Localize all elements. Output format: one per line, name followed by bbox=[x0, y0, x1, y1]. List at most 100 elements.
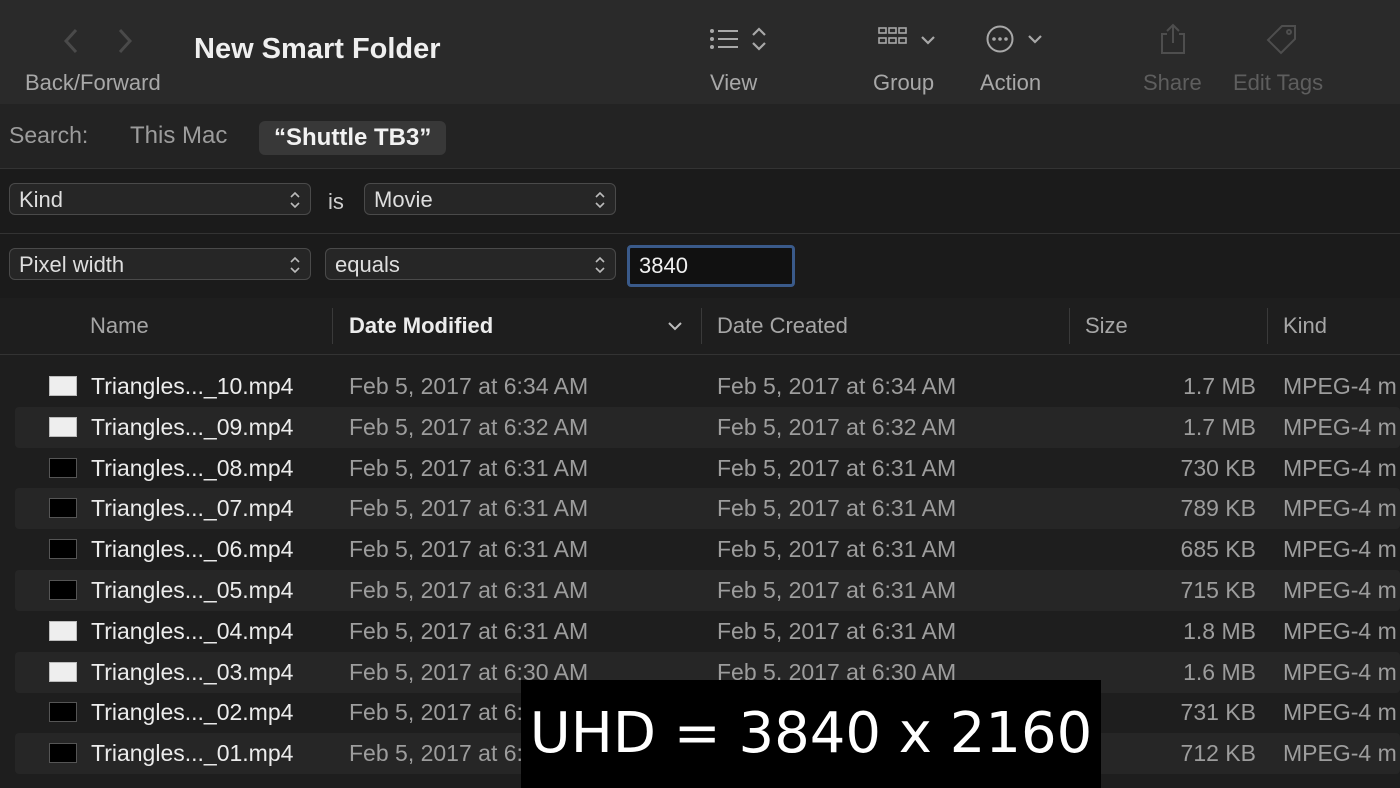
file-row[interactable]: Triangles..._08.mp4 Feb 5, 2017 at 6:31 A… bbox=[15, 448, 1400, 489]
view-list-icon[interactable] bbox=[708, 26, 770, 56]
file-name: Triangles..._05.mp4 bbox=[91, 577, 294, 603]
file-size: 1.6 MB bbox=[1183, 658, 1256, 685]
file-date-modified: Feb 5, 2017 at 6:32 AM bbox=[349, 413, 589, 440]
criteria-row-kind: Kind is Movie bbox=[0, 169, 1400, 234]
scope-current-folder[interactable]: “Shuttle TB3” bbox=[259, 121, 447, 155]
criteria-operator-popup[interactable]: equals bbox=[325, 248, 616, 280]
file-row[interactable]: Triangles..._05.mp4 Feb 5, 2017 at 6:31 A… bbox=[15, 570, 1400, 611]
criteria-is-label: is bbox=[328, 189, 344, 214]
back-forward-label: Back/Forward bbox=[25, 70, 161, 95]
column-divider[interactable] bbox=[701, 308, 702, 344]
column-divider[interactable] bbox=[332, 308, 333, 344]
file-date-created: Feb 5, 2017 at 6:31 AM bbox=[717, 454, 957, 481]
file-name: Triangles..._07.mp4 bbox=[91, 495, 294, 522]
file-kind: MPEG-4 m bbox=[1283, 577, 1397, 603]
forward-chevron-icon[interactable] bbox=[114, 24, 138, 58]
file-date-created: Feb 5, 2017 at 6:31 AM bbox=[717, 577, 957, 603]
file-kind: MPEG-4 m bbox=[1283, 699, 1397, 726]
file-date-created: Feb 5, 2017 at 6:34 AM bbox=[717, 373, 957, 399]
file-size: 685 KB bbox=[1180, 536, 1256, 563]
criteria-value-text: Movie bbox=[374, 187, 433, 212]
sort-descending-chevron-icon[interactable] bbox=[667, 320, 683, 332]
column-date-created[interactable]: Date Created bbox=[717, 298, 848, 354]
column-kind[interactable]: Kind bbox=[1283, 298, 1327, 354]
file-kind: MPEG-4 m bbox=[1283, 536, 1397, 563]
share-icon[interactable] bbox=[1158, 22, 1188, 56]
criteria-attribute-value: Kind bbox=[19, 187, 64, 212]
video-thumbnail-icon bbox=[49, 539, 77, 560]
search-label: Search: bbox=[9, 122, 89, 148]
scope-this-mac[interactable]: This Mac bbox=[130, 122, 227, 150]
file-date-created: Feb 5, 2017 at 6:31 AM bbox=[717, 617, 957, 644]
action-ellipsis-icon[interactable] bbox=[985, 24, 1047, 56]
file-name: Triangles..._09.mp4 bbox=[91, 413, 294, 440]
criteria-attribute-popup[interactable]: Pixel width bbox=[9, 248, 311, 280]
video-thumbnail-icon bbox=[49, 580, 77, 600]
group-grid-icon[interactable] bbox=[877, 26, 939, 56]
criteria-operator-value: equals bbox=[335, 252, 400, 277]
column-date-modified[interactable]: Date Modified bbox=[349, 298, 493, 354]
file-row[interactable]: Triangles..._07.mp4 Feb 5, 2017 at 6:31 A… bbox=[15, 488, 1400, 530]
video-thumbnail-icon bbox=[49, 457, 77, 478]
video-thumbnail-icon bbox=[49, 620, 77, 641]
video-thumbnail-icon bbox=[49, 416, 77, 437]
updown-chevron-icon bbox=[290, 191, 300, 209]
criteria-attribute-popup[interactable]: Kind bbox=[9, 183, 311, 215]
file-kind: MPEG-4 m bbox=[1283, 617, 1397, 644]
file-name: Triangles..._10.mp4 bbox=[91, 373, 294, 399]
file-size: 712 KB bbox=[1180, 740, 1256, 767]
back-chevron-icon[interactable] bbox=[58, 24, 82, 58]
file-date-modified: Feb 5, 2017 at 6:34 AM bbox=[349, 373, 589, 399]
criteria-row-pixel-width: Pixel width equals bbox=[0, 234, 1400, 299]
file-kind: MPEG-4 m bbox=[1283, 454, 1397, 481]
file-size: 789 KB bbox=[1180, 495, 1256, 522]
pixel-width-input[interactable] bbox=[627, 245, 795, 287]
file-date-modified: Feb 5, 2017 at 6:31 AM bbox=[349, 617, 589, 644]
column-name[interactable]: Name bbox=[90, 298, 149, 354]
back-forward-control bbox=[58, 24, 148, 58]
file-date-modified: Feb 5, 2017 at 6:31 AM bbox=[349, 536, 589, 563]
file-name: Triangles..._01.mp4 bbox=[91, 740, 294, 767]
file-size: 1.8 MB bbox=[1183, 617, 1256, 644]
tag-icon[interactable] bbox=[1264, 22, 1300, 56]
file-date-created: Feb 5, 2017 at 6:31 AM bbox=[717, 495, 957, 522]
file-name: Triangles..._03.mp4 bbox=[91, 658, 294, 685]
updown-chevron-icon bbox=[595, 191, 605, 209]
window-title: New Smart Folder bbox=[194, 33, 441, 65]
file-kind: MPEG-4 m bbox=[1283, 658, 1397, 685]
file-name: Triangles..._08.mp4 bbox=[91, 454, 294, 481]
file-size: 715 KB bbox=[1180, 577, 1256, 603]
file-row[interactable]: Triangles..._04.mp4 Feb 5, 2017 at 6:31 A… bbox=[15, 611, 1400, 652]
column-header: Name Date Modified Date Created Size Kin… bbox=[0, 298, 1400, 355]
file-name: Triangles..._04.mp4 bbox=[91, 617, 294, 644]
video-thumbnail-icon bbox=[49, 743, 77, 764]
file-kind: MPEG-4 m bbox=[1283, 740, 1397, 767]
file-date-created: Feb 5, 2017 at 6:32 AM bbox=[717, 413, 957, 440]
group-label: Group bbox=[873, 70, 935, 95]
criteria-attribute-value: Pixel width bbox=[19, 252, 125, 277]
video-thumbnail-icon bbox=[49, 661, 77, 682]
criteria-value-popup[interactable]: Movie bbox=[364, 183, 616, 215]
file-row[interactable]: Triangles..._06.mp4 Feb 5, 2017 at 6:31 A… bbox=[15, 529, 1400, 570]
file-name: Triangles..._06.mp4 bbox=[91, 536, 294, 563]
video-thumbnail-icon bbox=[49, 498, 77, 519]
column-divider[interactable] bbox=[1267, 308, 1268, 344]
file-size: 1.7 MB bbox=[1183, 373, 1256, 399]
view-label: View bbox=[710, 70, 758, 95]
column-divider[interactable] bbox=[1069, 308, 1070, 344]
file-kind: MPEG-4 m bbox=[1283, 373, 1397, 399]
edit-tags-label: Edit Tags bbox=[1233, 70, 1324, 95]
file-row[interactable]: Triangles..._09.mp4 Feb 5, 2017 at 6:32 A… bbox=[15, 406, 1400, 448]
share-label: Share bbox=[1143, 70, 1202, 95]
action-label: Action bbox=[980, 70, 1042, 95]
file-size: 1.7 MB bbox=[1183, 413, 1256, 440]
file-row[interactable]: Triangles..._10.mp4 Feb 5, 2017 at 6:34 A… bbox=[15, 366, 1400, 407]
file-size: 731 KB bbox=[1180, 699, 1256, 726]
search-scope-bar: Search: This Mac “Shuttle TB3” bbox=[0, 104, 1400, 169]
video-caption: UHD = 3840 x 2160 bbox=[521, 680, 1101, 788]
column-size[interactable]: Size bbox=[1085, 298, 1128, 354]
file-kind: MPEG-4 m bbox=[1283, 413, 1397, 440]
updown-chevron-icon bbox=[290, 256, 300, 274]
video-thumbnail-icon bbox=[49, 702, 77, 723]
file-date-modified: Feb 5, 2017 at 6:31 AM bbox=[349, 495, 589, 522]
